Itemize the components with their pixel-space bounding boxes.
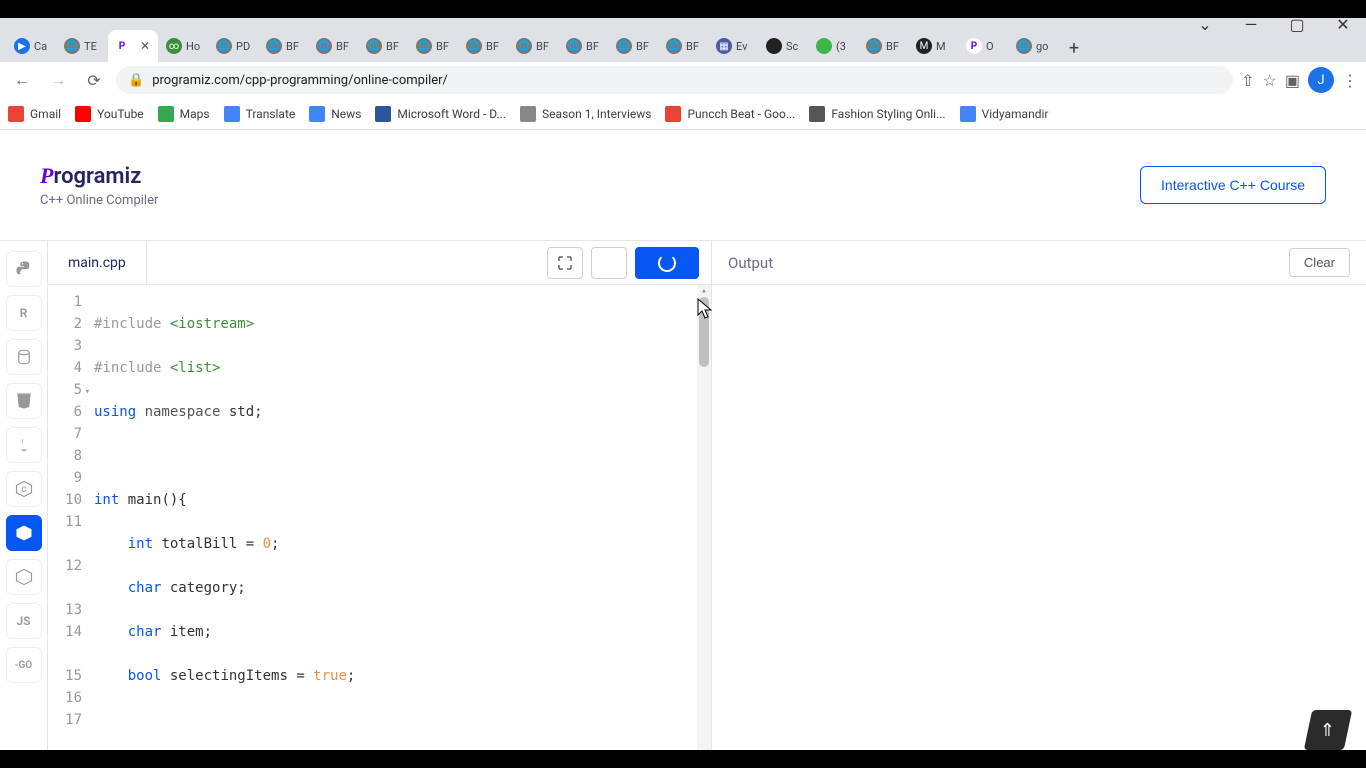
- code-editor[interactable]: 1 2 3 4 5 6 7 8 9 10 11 12 13 14: [48, 285, 711, 762]
- lock-icon: 🔒: [128, 73, 144, 88]
- bookmark-item[interactable]: Maps: [158, 106, 210, 122]
- lang-go-button[interactable]: -GO: [6, 647, 42, 683]
- browser-tab[interactable]: MM: [910, 30, 958, 62]
- ide-container: R C C JS -GO main.cpp 1 2 3: [0, 240, 1366, 762]
- address-bar: ← → ⟳ 🔒 programiz.com/cpp-programming/on…: [0, 62, 1366, 98]
- extensions-icon[interactable]: ▣: [1285, 71, 1300, 90]
- browser-tab[interactable]: 🌐BF: [260, 30, 308, 62]
- browser-tab[interactable]: 🌐BF: [410, 30, 458, 62]
- new-tab-button[interactable]: +: [1060, 34, 1088, 62]
- profile-avatar[interactable]: J: [1308, 67, 1334, 93]
- bookmark-item[interactable]: Microsoft Word - D...: [375, 106, 506, 122]
- browser-tab[interactable]: Sc: [760, 30, 808, 62]
- lang-python-button[interactable]: [6, 251, 42, 287]
- code-content[interactable]: #include <iostream> #include <list> usin…: [90, 285, 711, 762]
- bookmark-item[interactable]: Vidyamandir: [960, 106, 1049, 122]
- lang-c-button[interactable]: C: [6, 471, 42, 507]
- theme-toggle-button[interactable]: [591, 247, 627, 279]
- browser-tab[interactable]: 🌐BF: [460, 30, 508, 62]
- scroll-up-icon[interactable]: ▴: [697, 285, 711, 297]
- bookmark-item[interactable]: Puncch Beat - Goo...: [665, 106, 795, 122]
- file-tab[interactable]: main.cpp: [48, 241, 147, 284]
- url-input[interactable]: 🔒 programiz.com/cpp-programming/online-c…: [116, 66, 1233, 94]
- browser-tab[interactable]: 🌐BF: [360, 30, 408, 62]
- line-gutter: 1 2 3 4 5 6 7 8 9 10 11 12 13 14: [48, 285, 90, 762]
- logo[interactable]: Programiz: [40, 163, 158, 189]
- editor-pane: main.cpp 1 2 3 4 5 6 7 8 9 10: [48, 241, 712, 762]
- forward-button[interactable]: →: [44, 66, 72, 94]
- bookmarks-bar: Gmail YouTube Maps Translate News Micros…: [0, 98, 1366, 130]
- lang-sql-button[interactable]: [6, 339, 42, 375]
- tab-close-icon[interactable]: ✕: [138, 39, 152, 53]
- lang-js-button[interactable]: JS: [6, 603, 42, 639]
- scroll-to-top-button[interactable]: ⇑: [1304, 710, 1353, 750]
- page-subtitle: C++ Online Compiler: [40, 193, 158, 208]
- bookmark-item[interactable]: News: [309, 106, 361, 122]
- browser-tab[interactable]: 🌐BF: [560, 30, 608, 62]
- output-body[interactable]: [712, 285, 1366, 762]
- browser-tab[interactable]: ▶Ca: [8, 30, 56, 62]
- browser-tab[interactable]: 🌐BF: [860, 30, 908, 62]
- editor-toolbar: main.cpp: [48, 241, 711, 285]
- browser-tab[interactable]: ▦Ev: [710, 30, 758, 62]
- browser-tab[interactable]: 🌐go: [1010, 30, 1058, 62]
- browser-tab[interactable]: 🌐BF: [310, 30, 358, 62]
- share-icon[interactable]: ⇧: [1241, 71, 1254, 90]
- close-window-button[interactable]: ✕: [1320, 8, 1366, 40]
- bookmark-item[interactable]: Translate: [224, 106, 296, 122]
- tab-search-icon[interactable]: ⌄: [1182, 8, 1228, 40]
- run-button[interactable]: [635, 247, 699, 279]
- lang-csharp-button[interactable]: [6, 559, 42, 595]
- minimize-button[interactable]: —: [1228, 8, 1274, 40]
- browser-tab[interactable]: ∞Ho: [160, 30, 208, 62]
- maximize-button[interactable]: ▢: [1274, 8, 1320, 40]
- editor-scrollbar[interactable]: ▴ ▾: [697, 285, 711, 762]
- browser-tab[interactable]: 🌐PD: [210, 30, 258, 62]
- lang-html-button[interactable]: [6, 383, 42, 419]
- browser-tab[interactable]: (3: [810, 30, 858, 62]
- star-icon[interactable]: ☆: [1263, 71, 1277, 90]
- reload-button[interactable]: ⟳: [80, 66, 108, 94]
- browser-tab-active[interactable]: P✕: [108, 30, 158, 62]
- clear-output-button[interactable]: Clear: [1289, 248, 1350, 277]
- bookmark-item[interactable]: Gmail: [8, 106, 61, 122]
- browser-tab[interactable]: 🌐BF: [510, 30, 558, 62]
- page-header: Programiz C++ Online Compiler Interactiv…: [0, 130, 1366, 240]
- bookmark-item[interactable]: Season 1, Interviews: [520, 106, 651, 122]
- scrollbar-thumb[interactable]: [699, 297, 709, 367]
- output-title: Output: [728, 254, 773, 272]
- url-text: programiz.com/cpp-programming/online-com…: [152, 73, 448, 88]
- interactive-course-button[interactable]: Interactive C++ Course: [1140, 166, 1326, 204]
- browser-tab[interactable]: 🌐BF: [610, 30, 658, 62]
- lang-java-button[interactable]: [6, 427, 42, 463]
- menu-icon[interactable]: ⋮: [1342, 71, 1358, 90]
- back-button[interactable]: ←: [8, 66, 36, 94]
- lang-r-button[interactable]: R: [6, 295, 42, 331]
- language-sidebar: R C C JS -GO: [0, 241, 48, 762]
- browser-tab[interactable]: 🌐TE: [58, 30, 106, 62]
- svg-text:C: C: [21, 485, 26, 494]
- bookmark-item[interactable]: Fashion Styling Onli...: [809, 106, 945, 122]
- loading-spinner-icon: [658, 254, 676, 272]
- svg-text:C: C: [21, 530, 26, 538]
- fullscreen-button[interactable]: [547, 247, 583, 279]
- output-header: Output Clear: [712, 241, 1366, 285]
- output-pane: Output Clear: [712, 241, 1366, 762]
- browser-tab[interactable]: PO: [960, 30, 1008, 62]
- tab-strip: ▶Ca 🌐TE P✕ ∞Ho 🌐PD 🌐BF 🌐BF 🌐BF 🌐BF 🌐BF 🌐…: [0, 18, 1366, 62]
- bookmark-item[interactable]: YouTube: [75, 106, 144, 122]
- browser-chrome: ▶Ca 🌐TE P✕ ∞Ho 🌐PD 🌐BF 🌐BF 🌐BF 🌐BF 🌐BF 🌐…: [0, 18, 1366, 130]
- browser-tab[interactable]: 🌐BF: [660, 30, 708, 62]
- lang-cpp-button[interactable]: C: [6, 515, 42, 551]
